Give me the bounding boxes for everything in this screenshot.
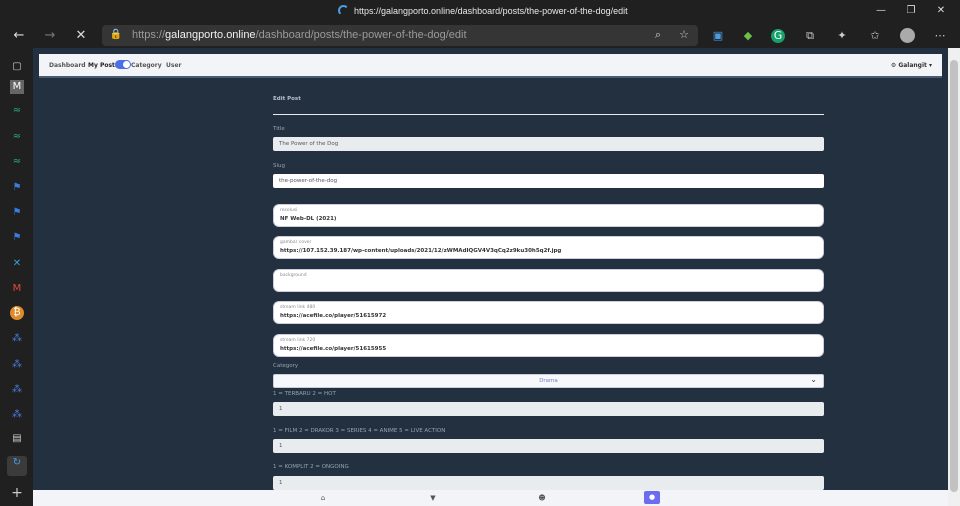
filter-icon[interactable]: ▼: [427, 492, 439, 504]
background-field[interactable]: background: [273, 269, 824, 292]
bitcoin-icon[interactable]: ₿: [10, 306, 24, 320]
stream720-field[interactable]: stream link 720 https://acefile.co/playe…: [273, 334, 824, 357]
cover-label: gambar cover: [280, 240, 312, 245]
app-icon[interactable]: ≈: [10, 155, 24, 169]
top-navbar: Dashboard My Posts Category User ⚙ Galan…: [39, 54, 942, 78]
title-label: Title: [273, 126, 285, 132]
title-input[interactable]: The Power of the Dog: [273, 137, 824, 151]
add-tab-icon[interactable]: +: [10, 486, 24, 500]
loading-spinner-icon: [338, 5, 349, 16]
calendar-icon[interactable]: ▤: [10, 432, 24, 446]
cover-field[interactable]: gambar cover https://107.152.39.187/wp-c…: [273, 236, 824, 259]
flag-icon[interactable]: ⚑: [10, 231, 24, 245]
category-label: Category: [273, 363, 299, 369]
tab-title[interactable]: https://galangporto.online/dashboard/pos…: [354, 6, 628, 16]
collections-icon[interactable]: ▣: [710, 28, 726, 44]
profile-avatar[interactable]: [900, 28, 915, 43]
address-toolbar: ← → ✕ 🔒 https://galangporto.online/dashb…: [0, 24, 960, 48]
nav-my-posts[interactable]: My Posts: [88, 62, 119, 69]
network-icon[interactable]: ⁂: [10, 383, 24, 397]
app-icon[interactable]: ≈: [10, 104, 24, 118]
nav-category[interactable]: Category: [131, 62, 162, 69]
favorites-icon[interactable]: ✩: [867, 28, 883, 44]
forward-icon[interactable]: →: [42, 28, 58, 44]
background-label: background: [280, 273, 307, 278]
slug-input[interactable]: the-power-of-the-dog: [273, 174, 824, 188]
app-icon[interactable]: ≈: [10, 130, 24, 144]
stream480-field[interactable]: stream link 480 https://acefile.co/playe…: [273, 301, 824, 324]
page-viewport: Dashboard My Posts Category User ⚙ Galan…: [33, 48, 948, 506]
chevron-down-icon: ⌄: [810, 375, 817, 384]
network-icon[interactable]: ⁂: [10, 408, 24, 422]
category-select[interactable]: Drama ⌄: [273, 374, 824, 388]
url-text[interactable]: https://galangporto.online/dashboard/pos…: [132, 29, 467, 41]
stream480-value[interactable]: https://acefile.co/player/51615972: [280, 313, 386, 319]
url-bar[interactable]: 🔒 https://galangporto.online/dashboard/p…: [102, 25, 698, 46]
terbaru-label: 1 = TERBARU 2 = HOT: [273, 391, 336, 397]
lock-icon[interactable]: 🔒: [108, 27, 124, 43]
terbaru-input[interactable]: 1: [273, 402, 824, 416]
account-icon[interactable]: ●: [644, 491, 660, 504]
divider: [273, 114, 824, 115]
form-heading: Edit Post: [273, 96, 301, 102]
stream720-value[interactable]: https://acefile.co/player/51615955: [280, 346, 386, 352]
network-icon[interactable]: ⁂: [10, 358, 24, 372]
resolusi-value[interactable]: NF Web-DL (2021): [280, 216, 336, 222]
extensions-puzzle-icon[interactable]: ✦: [834, 28, 850, 44]
close-window-icon[interactable]: ✕: [934, 4, 948, 18]
minimize-icon[interactable]: —: [874, 4, 888, 18]
slug-label: Slug: [273, 163, 285, 169]
page-scrollbar[interactable]: [948, 48, 960, 506]
status-label: 1 = KOMPLIT 2 = ONGOING: [273, 464, 349, 470]
category-selected: Drama: [539, 378, 558, 384]
grammarly-icon[interactable]: G: [771, 29, 785, 43]
flag-icon[interactable]: ⚑: [10, 181, 24, 195]
home-icon[interactable]: ⌂: [317, 492, 329, 504]
resolusi-field[interactable]: resolusi NF Web-DL (2021): [273, 204, 824, 227]
browser-titlebar: https://galangporto.online/dashboard/pos…: [0, 0, 960, 24]
gmail-m-icon[interactable]: M: [10, 80, 24, 94]
stop-loading-icon[interactable]: ✕: [73, 28, 89, 44]
users-icon[interactable]: ☻: [536, 492, 548, 504]
user-menu[interactable]: ⚙ Galangit ▾: [891, 62, 932, 69]
flag-icon[interactable]: ⚑: [10, 206, 24, 220]
cover-value[interactable]: https://107.152.39.187/wp-content/upload…: [280, 248, 561, 254]
favorite-add-icon[interactable]: ☆: [676, 27, 692, 43]
nav-user[interactable]: User: [166, 62, 181, 69]
more-menu-icon[interactable]: ⋯: [932, 28, 948, 44]
type-label: 1 = FILM 2 = DRAKOR 3 = SERIES 4 = ANIME…: [273, 428, 446, 434]
zoom-icon[interactable]: ⌕: [650, 27, 666, 43]
status-input[interactable]: 1: [273, 476, 824, 490]
stream720-label: stream link 720: [280, 338, 316, 343]
loading-tab-icon[interactable]: ↻: [7, 456, 27, 476]
gmail-icon[interactable]: M: [10, 282, 24, 296]
restore-icon[interactable]: ❐: [904, 4, 918, 18]
type-input[interactable]: 1: [273, 439, 824, 453]
toggle-switch[interactable]: [115, 60, 131, 69]
scrollbar-thumb[interactable]: [950, 60, 958, 492]
back-icon[interactable]: ←: [11, 28, 27, 44]
vscode-icon[interactable]: ✕: [10, 257, 24, 271]
extension-icon[interactable]: ◆: [740, 28, 756, 44]
bottom-navbar: ⌂ ▼ ☻ ●: [33, 490, 948, 506]
resolusi-label: resolusi: [280, 208, 298, 213]
tab-actions-icon[interactable]: ⧉: [802, 28, 818, 44]
nav-dashboard[interactable]: Dashboard: [49, 62, 86, 69]
browser-sidebar: ▢ M ≈ ≈ ≈ ⚑ ⚑ ⚑ ✕ M ₿ ⁂ ⁂ ⁂ ⁂ ▤ ↻ +: [0, 54, 33, 506]
stream480-label: stream link 480: [280, 305, 316, 310]
tab-layout-icon[interactable]: ▢: [10, 60, 24, 74]
network-icon[interactable]: ⁂: [10, 332, 24, 346]
